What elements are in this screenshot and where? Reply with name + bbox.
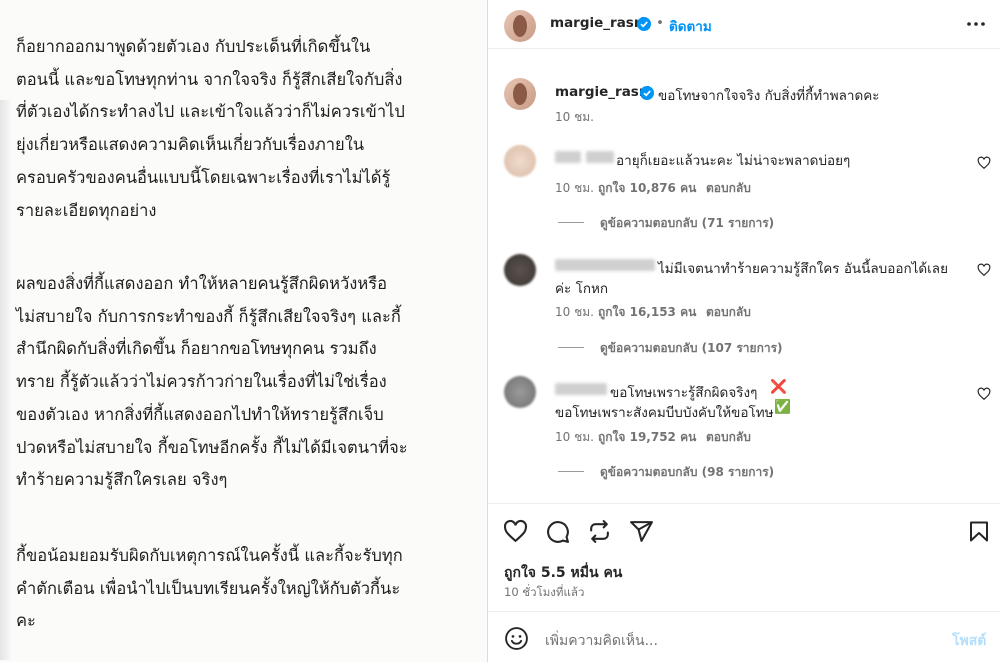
replies-line — [558, 471, 584, 472]
comment-text-line2: ขอโทษเพราะสังคมบีบบังคับให้ขอโทษ — [555, 405, 774, 421]
view-replies-button[interactable]: ดูข้อความตอบกลับ (71 รายการ) — [600, 214, 774, 233]
comment-time: 10 ชม. — [555, 305, 594, 319]
comment-text-line2: ค่ะ โกหก — [555, 281, 609, 297]
post-comment-button[interactable]: โพสต์ — [952, 630, 986, 652]
replies-line — [558, 347, 584, 348]
comment-like-icon[interactable] — [977, 156, 991, 170]
avatar[interactable] — [504, 78, 536, 110]
caption-line: ของตัวเอง หากสิ่งที่กี้แสดงออกไปทำให้ทรา… — [16, 404, 384, 424]
comment-text: ขอโทษเพราะรู้สึกผิดจริงๆ — [610, 385, 758, 401]
comment-text: อายุก็เยอะแล้วนะคะ ไม่น่าจะพลาดบ่อยๆ — [616, 153, 851, 169]
share-icon[interactable] — [587, 519, 612, 544]
reply-button[interactable]: ตอบกลับ — [706, 428, 751, 447]
caption-line: ยุ่งเกี่ยวหรือแสดงความคิดเห็นเกี่ยวกับเร… — [16, 135, 365, 155]
caption-line: ทราย กี้รู้ตัวแล้วว่าไม่ควรก้าวก่ายในเรื… — [16, 372, 387, 392]
avatar[interactable] — [504, 376, 536, 408]
avatar[interactable] — [504, 145, 536, 177]
page-shadow — [0, 100, 12, 660]
caption-line: ที่ตัวเองได้กระทำลงไป และเข้าใจแล้วว่าก็… — [16, 102, 405, 122]
comment-like-icon[interactable] — [977, 263, 991, 277]
emoji-icon[interactable] — [504, 626, 529, 651]
reply-button[interactable]: ตอบกลับ — [706, 179, 751, 198]
caption-line: คำตักเตือน เพื่อนำไปเป็นบทเรียนครั้งใหญ่… — [16, 578, 401, 598]
caption-time: 10 ชม. — [555, 110, 594, 124]
check-emoji: ✅ — [774, 399, 791, 415]
cross-emoji: ❌ — [770, 379, 787, 395]
view-replies-button[interactable]: ดูข้อความตอบกลับ (98 รายการ) — [600, 463, 774, 482]
caption-line: ก็อยากออกมาพูดด้วยตัวเอง กับประเด็นที่เก… — [16, 37, 371, 56]
header-separator: • — [656, 15, 664, 31]
post-panel: margie_rasri • ติดตาม margie_rasri ขอโทษ… — [488, 0, 1000, 662]
comment-icon[interactable] — [545, 519, 570, 544]
post-likes[interactable]: ถูกใจ 5.5 หมื่น คน — [504, 562, 622, 584]
comment-time: 10 ชม. — [555, 181, 594, 195]
caption-line: ทำร้ายความรู้สึกใครเลย จริงๆ — [16, 470, 228, 490]
caption-line: ปวดหรือไม่สบายใจ กี้ขอโทษอีกครั้ง กี้ไม่… — [16, 437, 408, 457]
reply-button[interactable]: ตอบกลับ — [706, 303, 751, 322]
blurred-username — [555, 259, 655, 271]
avatar[interactable] — [504, 254, 536, 286]
comment-input[interactable]: เพิ่มความคิดเห็น... — [545, 630, 658, 652]
comment-likes[interactable]: ถูกใจ 16,153 คน — [598, 303, 696, 322]
action-bar — [488, 503, 1000, 504]
blurred-username — [586, 151, 614, 163]
more-horizontal-icon[interactable] — [966, 17, 986, 31]
caption-paragraph-1: ก็อยากออกมาพูดด้วยตัวเอง กับประเด็นที่เก… — [16, 31, 476, 227]
verified-badge-icon — [640, 86, 654, 100]
caption-line: รายละเอียดทุกอย่าง — [16, 200, 157, 220]
caption-line: ครอบครัวของคนอื่นแบบนี้โดยเฉพาะเรื่องที่… — [16, 167, 391, 187]
send-icon[interactable] — [629, 519, 654, 544]
verified-badge-icon — [637, 17, 651, 31]
follow-button[interactable]: ติดตาม — [669, 15, 712, 37]
caption-username[interactable]: margie_rasri — [555, 84, 650, 100]
caption-text: ขอโทษจากใจจริง กับสิ่งที่กี้ทำพลาดคะ — [658, 88, 880, 104]
comment-likes[interactable]: ถูกใจ 19,752 คน — [598, 428, 696, 447]
caption-line: สำนึกผิดกับสิ่งที่เกิดขึ้น ก็อยากขอโทษทุ… — [16, 339, 377, 359]
bookmark-icon[interactable] — [967, 519, 991, 544]
caption-line: ผลของสิ่งที่กี้แสดงออก ทำให้หลายคนรู้สึก… — [16, 274, 388, 293]
caption-paragraph-2: ผลของสิ่งที่กี้แสดงออก ทำให้หลายคนรู้สึก… — [16, 268, 476, 497]
comment-time: 10 ชม. — [555, 430, 594, 444]
caption-line: ไม่สบายใจ กับการกระทำของกี้ ก็รู้สึกเสีย… — [16, 306, 401, 326]
view-replies-button[interactable]: ดูข้อความตอบกลับ (107 รายการ) — [600, 339, 783, 358]
caption-line: คะ — [16, 611, 36, 631]
post-time: 10 ชั่วโมงที่แล้ว — [504, 585, 585, 599]
comment-likes[interactable]: ถูกใจ 10,876 คน — [598, 179, 696, 198]
replies-line — [558, 222, 584, 223]
post-header: margie_rasri • ติดตาม — [488, 0, 1000, 49]
caption-line: ตอนนี้ และขอโทษทุกท่าน จากใจจริง ก็รู้สึ… — [16, 69, 403, 89]
caption-paragraph-3: กี้ขอน้อมยอมรับผิดกับเหตุการณ์ในครั้งนี้… — [16, 540, 476, 638]
avatar[interactable] — [504, 10, 536, 42]
caption-line: กี้ขอน้อมยอมรับผิดกับเหตุการณ์ในครั้งนี้… — [16, 546, 403, 565]
comment-composer — [488, 611, 1000, 612]
comment-like-icon[interactable] — [977, 387, 991, 401]
comment-text: ไม่มีเจตนาทำร้ายความรู้สึกใคร อันนี้ลบออ… — [658, 261, 948, 277]
caption-image: ก็อยากออกมาพูดด้วยตัวเอง กับประเด็นที่เก… — [0, 0, 487, 662]
heart-icon[interactable] — [503, 519, 528, 544]
blurred-username — [555, 151, 581, 163]
blurred-username — [555, 383, 607, 395]
header-username[interactable]: margie_rasri — [550, 15, 645, 31]
